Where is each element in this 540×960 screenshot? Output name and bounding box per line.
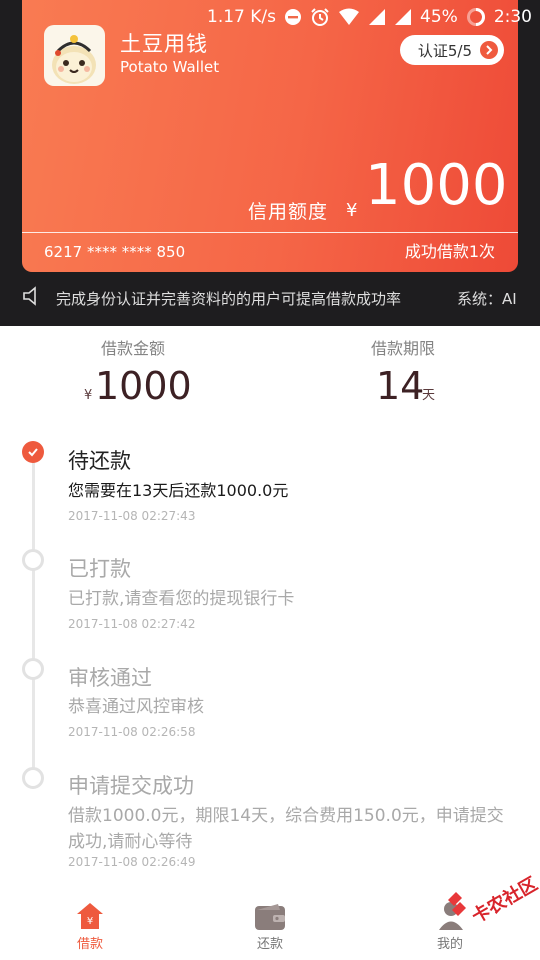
clock-time: 2:30 bbox=[493, 7, 532, 27]
loan-period-value: 14 bbox=[376, 364, 425, 408]
watermark-stamp: 卡农社区 bbox=[446, 870, 540, 930]
alarm-icon bbox=[310, 7, 330, 27]
step-desc-pending: 您需要在13天后还款1000.0元 bbox=[68, 481, 289, 500]
brand-name-en: Potato Wallet bbox=[120, 58, 220, 76]
loan-period-label: 借款期限 bbox=[371, 339, 436, 358]
loan-count: 成功借款1次 bbox=[404, 242, 495, 261]
nav-mine-label: 我的 bbox=[436, 937, 463, 952]
wallet-icon bbox=[254, 903, 286, 935]
status-bar: 1.17 K/s 45% 2:30 bbox=[207, 4, 532, 30]
notice-bar: 完成身份认证并完善资料的的用户可提高借款成功率 系统：AI bbox=[0, 282, 540, 312]
signal-icon-2 bbox=[394, 8, 412, 26]
step-time-paid: 2017-11-08 02:27:42 bbox=[68, 617, 196, 631]
timeline-dot bbox=[22, 767, 44, 789]
potato-logo-icon bbox=[44, 25, 105, 86]
bank-card-number: 6217 **** **** 850 bbox=[44, 243, 186, 261]
verify-label: 认证5/5 bbox=[417, 41, 472, 60]
notice-message: 完成身份认证并完善资料的的用户可提高借款成功率 bbox=[56, 290, 402, 308]
timeline-dot bbox=[22, 549, 44, 571]
svg-text:¥: ¥ bbox=[87, 916, 93, 927]
wifi-icon bbox=[338, 8, 360, 26]
step-desc-paid: 已打款,请查看您的提现银行卡 bbox=[68, 589, 295, 609]
home-icon: ¥ bbox=[75, 901, 105, 935]
step-title-pending: 待还款 bbox=[68, 449, 131, 473]
notice-system: 系统：AI bbox=[457, 290, 517, 308]
speaker-icon bbox=[22, 286, 44, 310]
step-time-pending: 2017-11-08 02:27:43 bbox=[68, 509, 196, 523]
credit-card: 土豆用钱 Potato Wallet 认证5/5 信用额度 ¥ 1000 621… bbox=[22, 0, 518, 272]
header-area: 土豆用钱 Potato Wallet 认证5/5 信用额度 ¥ 1000 621… bbox=[0, 0, 540, 326]
loan-amount-label: 借款金额 bbox=[101, 339, 166, 358]
step-title-paid: 已打款 bbox=[68, 557, 131, 581]
step-title-approved: 审核通过 bbox=[68, 666, 152, 690]
timeline-line bbox=[32, 455, 35, 785]
nav-repay[interactable]: 还款 bbox=[230, 893, 310, 960]
credit-currency: ¥ bbox=[346, 200, 358, 221]
loan-amount-currency: ¥ bbox=[84, 388, 93, 403]
timeline-dot bbox=[22, 658, 44, 680]
nav-loan[interactable]: ¥ 借款 bbox=[50, 893, 130, 960]
chevron-right-icon bbox=[480, 41, 498, 59]
brand-name-cn: 土豆用钱 bbox=[120, 32, 208, 56]
battery-percent: 45% bbox=[420, 7, 458, 27]
nav-loan-label: 借款 bbox=[76, 937, 103, 952]
nav-repay-label: 还款 bbox=[256, 937, 283, 952]
check-icon bbox=[22, 441, 44, 463]
loan-period-unit: 天 bbox=[422, 388, 436, 403]
verify-button[interactable]: 认证5/5 bbox=[400, 35, 504, 65]
credit-limit-amount: 1000 bbox=[365, 153, 508, 218]
signal-icon bbox=[368, 8, 386, 26]
step-time-submitted: 2017-11-08 02:26:49 bbox=[68, 855, 196, 869]
credit-limit-label: 信用额度 bbox=[248, 201, 329, 223]
step-time-approved: 2017-11-08 02:26:58 bbox=[68, 725, 196, 739]
loan-amount-value: 1000 bbox=[95, 364, 192, 408]
step-desc-approved: 恭喜通过风控审核 bbox=[68, 697, 204, 717]
step-desc-submitted: 借款1000.0元，期限14天，综合费用150.0元，申请提交成功,请耐心等待 bbox=[68, 806, 504, 852]
battery-icon bbox=[466, 7, 486, 27]
dnd-icon bbox=[284, 8, 302, 26]
step-title-submitted: 申请提交成功 bbox=[68, 774, 194, 798]
card-divider bbox=[22, 232, 518, 233]
network-speed: 1.17 K/s bbox=[207, 7, 277, 27]
